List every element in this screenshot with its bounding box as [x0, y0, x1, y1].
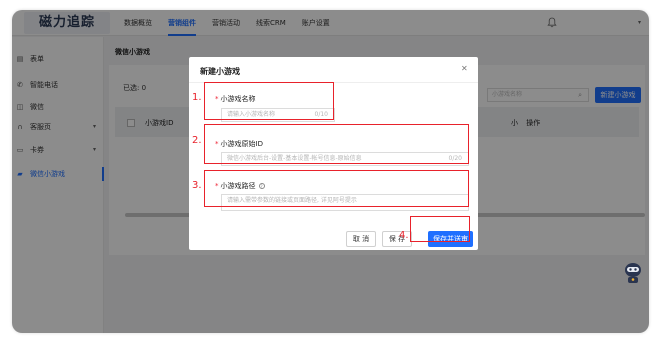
annotation-box-3: [204, 170, 469, 207]
annotation-number-2: 2.: [192, 135, 202, 146]
app-window: 磁力追踪 数据概览 营销组件 营销活动 线索CRM 账户设置 ▾ ▤ 表单 ✆ …: [12, 10, 649, 333]
annotation-box-1: [204, 82, 334, 120]
annotation-number-1: 1.: [192, 92, 202, 103]
close-icon[interactable]: ✕: [461, 64, 468, 73]
dialog-title: 新建小游戏: [200, 67, 240, 76]
annotation-number-3: 3.: [192, 180, 202, 191]
cancel-button[interactable]: 取 消: [346, 231, 376, 247]
annotation-box-4: [410, 216, 470, 242]
robot-assistant-icon[interactable]: [624, 262, 642, 284]
annotation-box-2: [204, 124, 469, 164]
annotation-number-4: 4.: [399, 230, 409, 241]
